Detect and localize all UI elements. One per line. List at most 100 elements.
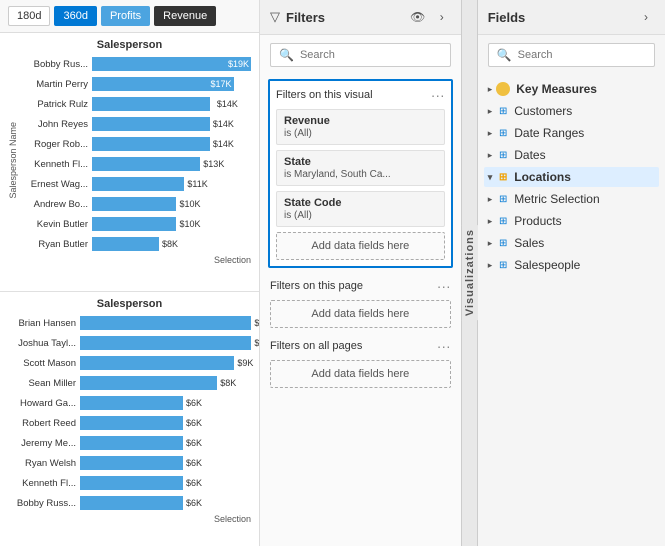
filters-body: Filters on this visual ··· Revenue is (A… bbox=[260, 75, 461, 546]
filter-section-all-more[interactable]: ··· bbox=[437, 338, 451, 354]
chart2-title: Salesperson bbox=[8, 298, 251, 310]
field-group-customers-name: Customers bbox=[514, 104, 572, 118]
table-row: Howard Ga... $6K bbox=[8, 394, 251, 412]
chevron-right-icon: ▸ bbox=[488, 238, 493, 249]
chevron-down-icon: ▾ bbox=[488, 172, 493, 183]
fields-header: Fields › bbox=[478, 0, 665, 35]
add-data-page-btn[interactable]: Add data fields here bbox=[270, 300, 451, 328]
chart1-container: Salesperson Name Bobby Rus... $19K Marti… bbox=[8, 55, 251, 265]
field-group-key-measures-header[interactable]: ▸ Key Measures bbox=[484, 79, 659, 99]
visualizations-col[interactable]: Visualizations bbox=[462, 0, 478, 546]
chevron-right-icon: ▸ bbox=[488, 128, 493, 139]
filter-icon: ▽ bbox=[270, 9, 280, 25]
table-row: Bobby Russ... $6K bbox=[8, 494, 251, 512]
filters-title: Filters bbox=[286, 10, 403, 25]
field-group-date-ranges: ▸ ⊞ Date Ranges bbox=[484, 123, 659, 143]
filter-item-revenue-value: is (All) bbox=[284, 128, 437, 139]
filter-item-state-code[interactable]: State Code is (All) bbox=[276, 191, 445, 227]
filter-item-revenue[interactable]: Revenue is (All) bbox=[276, 109, 445, 145]
filter-chevron-right-icon[interactable]: › bbox=[433, 8, 451, 26]
chevron-right-icon: ▸ bbox=[488, 216, 493, 227]
field-group-sales: ▸ ⊞ Sales bbox=[484, 233, 659, 253]
table-icon-date-ranges: ⊞ bbox=[496, 126, 510, 140]
field-group-key-measures: ▸ Key Measures bbox=[484, 79, 659, 99]
field-group-sales-header[interactable]: ▸ ⊞ Sales bbox=[484, 233, 659, 253]
table-row: John Reyes $14K bbox=[20, 115, 251, 133]
section-divider bbox=[0, 291, 259, 292]
chart1-title: Salesperson bbox=[8, 39, 251, 51]
toolbar: 180d 360d Profits Revenue bbox=[0, 0, 259, 33]
field-group-products-name: Products bbox=[514, 214, 561, 228]
filter-search-box: 🔍 bbox=[270, 43, 451, 67]
filter-section-all-header: Filters on all pages ··· bbox=[270, 338, 451, 354]
chevron-right-icon: ▸ bbox=[488, 260, 493, 271]
add-data-visual-btn[interactable]: Add data fields here bbox=[276, 232, 445, 260]
table-row: Ernest Wag... $11K bbox=[20, 175, 251, 193]
field-group-customers: ▸ ⊞ Customers bbox=[484, 101, 659, 121]
filter-section-page-header: Filters on this page ··· bbox=[270, 278, 451, 294]
field-group-locations-name: Locations bbox=[514, 170, 571, 184]
filter-section-visual-more[interactable]: ··· bbox=[431, 87, 445, 103]
fields-title: Fields bbox=[488, 10, 631, 25]
filters-header: ▽ Filters 👁 › bbox=[260, 0, 461, 35]
filter-search-input[interactable] bbox=[300, 49, 442, 61]
table-row: Ryan Welsh $6K bbox=[8, 454, 251, 472]
field-group-salespeople-header[interactable]: ▸ ⊞ Salespeople bbox=[484, 255, 659, 275]
table-row: Robert Reed $6K bbox=[8, 414, 251, 432]
btn-profits[interactable]: Profits bbox=[101, 6, 150, 26]
field-group-dates-header[interactable]: ▸ ⊞ Dates bbox=[484, 145, 659, 165]
filter-eye-icon[interactable]: 👁 bbox=[409, 8, 427, 26]
field-group-locations-header[interactable]: ▾ ⊞ Locations bbox=[484, 167, 659, 187]
filter-section-visual-title: Filters on this visual bbox=[276, 89, 373, 101]
table-row: Roger Rob... $14K bbox=[20, 135, 251, 153]
field-group-sales-name: Sales bbox=[514, 236, 544, 250]
table-row: Sean Miller $8K bbox=[8, 374, 251, 392]
chart-section-1: Salesperson Salesperson Name Bobby Rus..… bbox=[0, 33, 259, 287]
chart2-bars: Brian Hansen $10K Joshua Tayl... $10K Sc… bbox=[8, 314, 251, 524]
fields-chevron-icon[interactable]: › bbox=[637, 8, 655, 26]
filter-section-all: Filters on all pages ··· Add data fields… bbox=[268, 338, 453, 388]
table-icon-customers: ⊞ bbox=[496, 104, 510, 118]
add-data-all-btn[interactable]: Add data fields here bbox=[270, 360, 451, 388]
fields-body: ▸ Key Measures ▸ ⊞ Customers ▸ ⊞ Date Ra… bbox=[478, 75, 665, 546]
fields-search-icon: 🔍 bbox=[497, 48, 512, 62]
filter-section-page: Filters on this page ··· Add data fields… bbox=[268, 278, 453, 328]
table-row: Kevin Butler $10K bbox=[20, 215, 251, 233]
btn-revenue[interactable]: Revenue bbox=[154, 6, 216, 26]
table-icon-salespeople: ⊞ bbox=[496, 258, 510, 272]
chart1-x-label: Selection bbox=[20, 255, 251, 265]
table-row: Brian Hansen $10K bbox=[8, 314, 251, 332]
chevron-right-icon: ▸ bbox=[488, 150, 493, 161]
fields-panel: Fields › 🔍 ▸ Key Measures ▸ ⊞ Customers bbox=[478, 0, 665, 546]
chart1-y-label: Salesperson Name bbox=[8, 122, 18, 199]
table-icon-sales: ⊞ bbox=[496, 236, 510, 250]
panels-right: ▽ Filters 👁 › 🔍 Filters on this visual ·… bbox=[260, 0, 665, 546]
filter-item-revenue-name: Revenue bbox=[284, 115, 437, 127]
filter-section-page-more[interactable]: ··· bbox=[437, 278, 451, 294]
chart-section-2: Salesperson Brian Hansen $10K Joshua Tay… bbox=[0, 296, 259, 546]
chevron-right-icon: ▸ bbox=[488, 194, 493, 205]
field-group-date-ranges-name: Date Ranges bbox=[514, 126, 584, 140]
fields-search-input[interactable] bbox=[518, 49, 646, 61]
field-group-customers-header[interactable]: ▸ ⊞ Customers bbox=[484, 101, 659, 121]
field-group-locations: ▾ ⊞ Locations bbox=[484, 167, 659, 187]
btn-360d[interactable]: 360d bbox=[54, 6, 96, 26]
chevron-right-icon: ▸ bbox=[488, 106, 493, 117]
table-row: Jeremy Me... $6K bbox=[8, 434, 251, 452]
filter-item-state-code-name: State Code bbox=[284, 197, 437, 209]
table-row: Ryan Butler $8K bbox=[20, 235, 251, 253]
table-row: Kenneth Fl... $6K bbox=[8, 474, 251, 492]
field-group-products-header[interactable]: ▸ ⊞ Products bbox=[484, 211, 659, 231]
table-row: Kenneth Fl... $13K bbox=[20, 155, 251, 173]
field-group-metric-selection: ▸ ⊞ Metric Selection bbox=[484, 189, 659, 209]
filter-item-state[interactable]: State is Maryland, South Ca... bbox=[276, 150, 445, 186]
filter-search-icon: 🔍 bbox=[279, 48, 294, 62]
btn-180d[interactable]: 180d bbox=[8, 6, 50, 26]
filter-section-all-title: Filters on all pages bbox=[270, 340, 362, 352]
field-group-date-ranges-header[interactable]: ▸ ⊞ Date Ranges bbox=[484, 123, 659, 143]
field-group-products: ▸ ⊞ Products bbox=[484, 211, 659, 231]
filter-item-state-name: State bbox=[284, 156, 437, 168]
table-row: Andrew Bo... $10K bbox=[20, 195, 251, 213]
filter-section-visual-header: Filters on this visual ··· bbox=[276, 87, 445, 103]
field-group-metric-selection-header[interactable]: ▸ ⊞ Metric Selection bbox=[484, 189, 659, 209]
